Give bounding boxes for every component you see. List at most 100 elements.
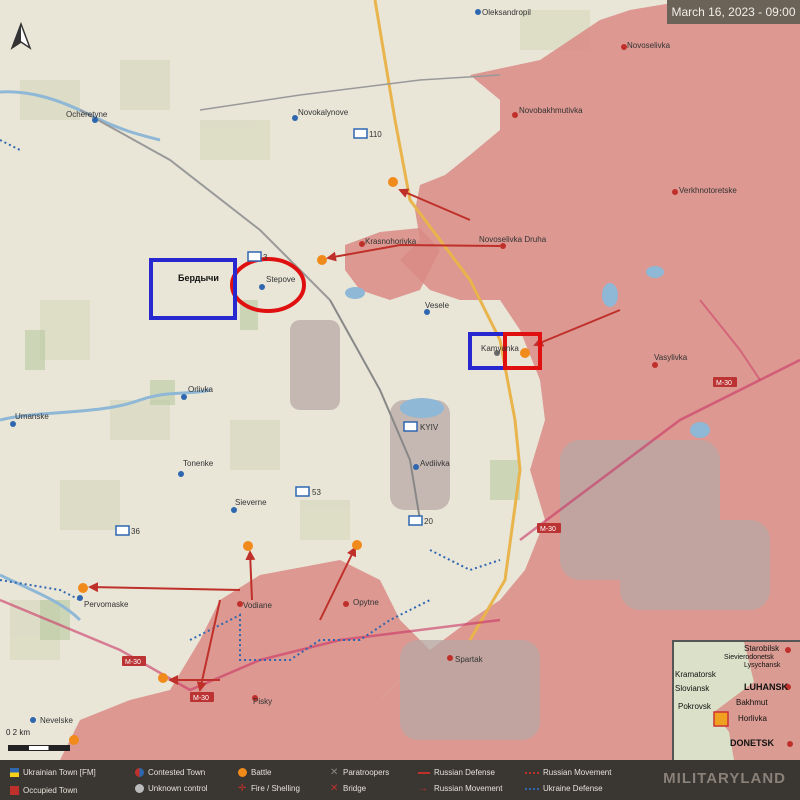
unit-icon <box>115 525 130 536</box>
battle-icon <box>243 541 253 551</box>
legend-ukraine-defense: Ukraine Defense <box>525 784 603 793</box>
unit-icon <box>408 515 423 526</box>
town-label-novobakhmutivka: Novobakhmutivka <box>519 106 583 115</box>
road-label-m30: M-30 <box>125 659 141 666</box>
legend-label: Unknown control <box>148 784 208 793</box>
unit-label-36: 36 <box>131 527 140 536</box>
unit-label-110: 110 <box>369 130 382 139</box>
crosshair-icon: ✛ <box>238 783 247 794</box>
town-label-berdychi: Бердычи <box>178 273 219 283</box>
battle-icon <box>520 348 530 358</box>
defense-line-icon <box>418 771 430 774</box>
unit-icon <box>353 128 368 139</box>
legend-russian-defense: Russian Defense <box>418 768 495 777</box>
battle-icon <box>238 768 247 777</box>
town-label-novoselivka: Novoselivka <box>627 41 671 50</box>
north-arrow-icon <box>10 22 32 50</box>
town-label-nevelske: Nevelske <box>40 716 73 725</box>
town-label-orlivka: Orlivka <box>188 385 213 394</box>
inset-label-horlivka: Horlivka <box>738 714 767 723</box>
legend-label: Russian Defense <box>434 768 495 777</box>
inset-label-starobilsk: Starobilsk <box>744 644 780 653</box>
legend-label: Russian Movement <box>543 768 612 777</box>
battle-icon <box>317 255 327 265</box>
inset-label-kramatorsk: Kramatorsk <box>675 670 716 679</box>
battle-icon <box>69 735 79 745</box>
town-label-krasnohorivka: Krasnohorivka <box>365 237 417 246</box>
inset-label-bakhmut: Bakhmut <box>736 698 768 707</box>
legend-bar: Ukrainian Town [FM] Occupied Town Contes… <box>0 760 800 800</box>
legend-paratroopers: ✕ Paratroopers <box>330 767 390 778</box>
unit-label-kyiv: KYIV <box>420 423 439 432</box>
town-label-pisky: Pisky <box>253 697 272 706</box>
battle-icon <box>352 540 362 550</box>
town-label-vasylivka: Vasylivka <box>654 353 688 362</box>
town-label-umanske: Umanske <box>15 412 49 421</box>
legend-russian-movement: → Russian Movement <box>418 783 503 794</box>
legend-label: Paratroopers <box>343 768 390 777</box>
town-label-novoselivka-druha: Novoselivka Druha <box>479 235 547 244</box>
paratrooper-icon: ✕ <box>330 767 339 778</box>
legend-contested-town: Contested Town <box>135 768 205 777</box>
road-label-m30: M-30 <box>540 526 556 533</box>
inset-label-sievierodonetsk: Sievierodonetsk <box>724 654 774 661</box>
town-label-stepove: Stepove <box>266 275 296 284</box>
legend-bridge: ✕ Bridge <box>330 783 367 794</box>
date-banner: March 16, 2023 - 09:00 <box>667 0 800 24</box>
town-label-ocheretyne: Ocheretyne <box>66 110 108 119</box>
unit-label-20: 20 <box>424 517 433 526</box>
scale-label: 0 2 km <box>6 728 31 737</box>
map-stage: 110 3 53 36 20 KYIV M-30 M-30 M-30 M-30 … <box>0 0 800 800</box>
legend-label: Battle <box>251 768 272 777</box>
legend-label: Fire / Shelling <box>251 784 300 793</box>
legend-label: Ukraine Defense <box>543 784 603 793</box>
town-label-vesele: Vesele <box>425 301 450 310</box>
road-label-m30: M-30 <box>193 695 209 702</box>
inset-label-lysychansk: Lysychansk <box>744 662 781 669</box>
town-label-opytne: Opytne <box>353 598 379 607</box>
unit-icon <box>247 251 262 262</box>
russia-flag-icon <box>10 786 19 795</box>
unit-icon <box>295 486 310 497</box>
town-label-spartak: Spartak <box>455 655 484 664</box>
legend-fire-shelling: ✛ Fire / Shelling <box>238 783 300 794</box>
inset-label-luhansk: LUHANSK <box>744 682 788 692</box>
town-label-pervomaske: Pervomaske <box>84 600 129 609</box>
town-label-vodiane: Vodiane <box>243 601 272 610</box>
brand-logo: MILITARYLAND <box>663 770 786 787</box>
bridge-icon: ✕ <box>330 783 339 794</box>
town-label-sieverne: Sieverne <box>235 498 267 507</box>
scale-bar <box>8 745 70 751</box>
battle-icon <box>388 177 398 187</box>
legend-label: Contested Town <box>148 768 206 777</box>
unit-icon <box>403 421 418 432</box>
legend-label: Ukrainian Town [FM] <box>23 768 96 777</box>
road-label-m30: M-30 <box>716 380 732 387</box>
overview-inset-map[interactable]: Starobilsk Sievierodonetsk Lysychansk Kr… <box>672 640 800 762</box>
arrow-right-icon: → <box>418 783 428 794</box>
town-label-kamyanka: Kamyanka <box>481 344 519 353</box>
town-label-verkhnotoretske: Verkhnotoretske <box>679 186 737 195</box>
movement-line-icon <box>525 771 539 774</box>
inset-label-donetsk: DONETSK <box>730 738 775 748</box>
legend-label: Russian Movement <box>434 784 503 793</box>
legend-battle: Battle <box>238 768 271 777</box>
legend-occupied-town: Occupied Town <box>10 786 78 795</box>
town-label-avdiivka: Avdiivka <box>420 459 450 468</box>
inset-label-sloviansk: Sloviansk <box>675 684 710 693</box>
battle-icon <box>78 583 88 593</box>
ukraine-flag-icon <box>10 768 19 777</box>
legend-ukrainian-town: Ukrainian Town [FM] <box>10 768 96 777</box>
defense-line-icon <box>525 787 539 790</box>
unit-label-3: 3 <box>263 253 268 262</box>
unknown-control-icon <box>135 784 144 793</box>
legend-label: Occupied Town <box>23 786 78 795</box>
battle-icon <box>158 673 168 683</box>
town-label-tonenke: Tonenke <box>183 459 214 468</box>
town-label-oleksandropil: Oleksandropil <box>482 8 531 17</box>
town-label-novokalynove: Novokalynove <box>298 108 349 117</box>
contested-town-icon <box>135 768 144 777</box>
legend-label: Bridge <box>343 784 367 793</box>
legend-russian-movement-2: Russian Movement <box>525 768 611 777</box>
inset-label-pokrovsk: Pokrovsk <box>678 702 711 711</box>
